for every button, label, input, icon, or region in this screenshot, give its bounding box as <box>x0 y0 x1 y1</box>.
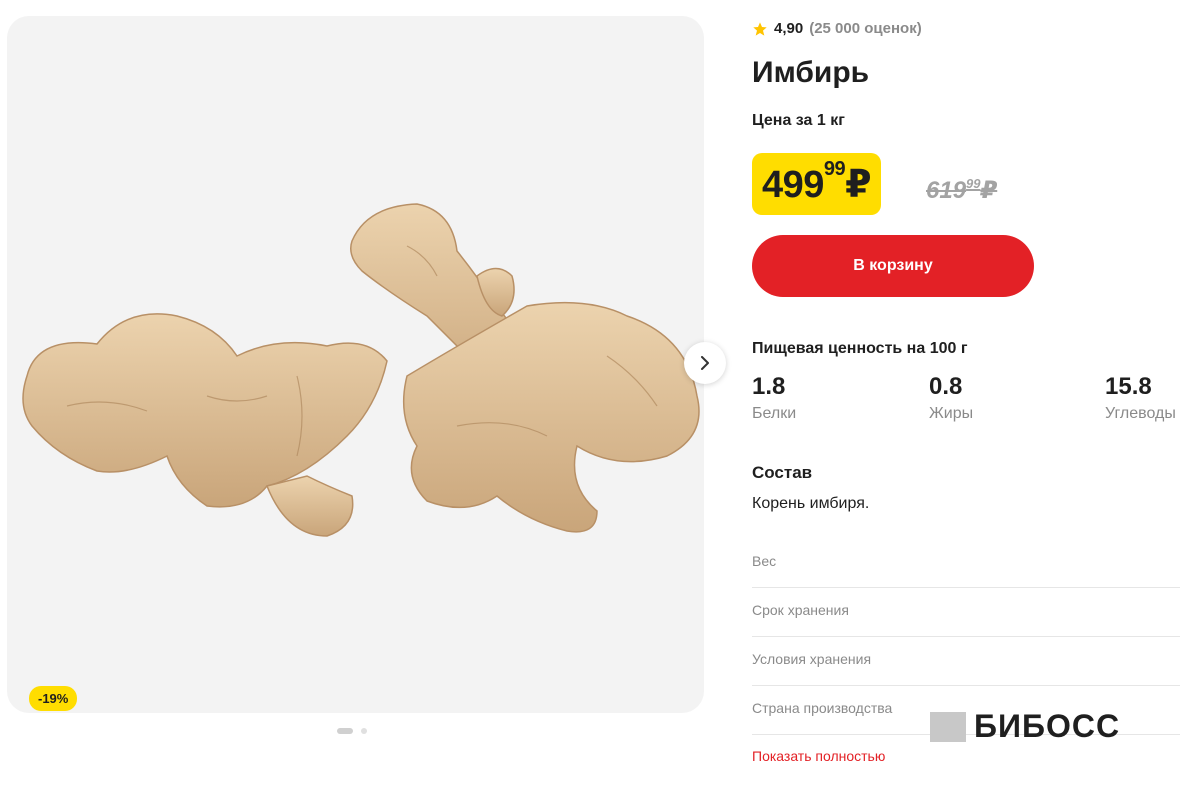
spec-row-weight[interactable]: Вес <box>752 538 1180 588</box>
gallery-pagination[interactable] <box>337 728 367 734</box>
discount-badge: -19% <box>29 686 78 711</box>
add-to-cart-button[interactable]: В корзину <box>752 235 1034 297</box>
current-price: 49999₽ <box>752 153 882 215</box>
nutrition-label: Белки <box>752 405 797 422</box>
old-price-fraction: 99 <box>966 176 981 191</box>
price-fraction: 99 <box>823 157 846 180</box>
nutrition-value: 0.8 <box>929 373 963 400</box>
nutrition-value: 1.8 <box>752 373 786 400</box>
star-icon <box>753 21 767 36</box>
rating[interactable]: 4,90 (25 000 оценок) <box>752 20 922 37</box>
show-more-link[interactable]: Показать полностью <box>752 748 885 764</box>
nutrition-label: Углеводы <box>1105 405 1176 422</box>
pagination-dot[interactable] <box>361 728 367 734</box>
product-title: Имбирь <box>752 56 870 89</box>
composition-text: Корень имбиря. <box>752 495 870 512</box>
currency-sign: ₽ <box>845 163 872 206</box>
watermark: БИБОСС <box>930 708 1120 745</box>
spec-row-storage[interactable]: Условия хранения <box>752 636 1180 686</box>
next-image-button[interactable] <box>684 342 726 384</box>
composition-title: Состав <box>752 463 813 482</box>
chevron-right-icon <box>701 356 709 370</box>
old-price-integer: 619 <box>926 177 967 204</box>
product-gallery[interactable]: -19% <box>7 16 704 713</box>
nutrition-title: Пищевая ценность на 100 г <box>752 340 968 357</box>
watermark-logo-icon <box>930 711 966 742</box>
spec-label: Срок хранения <box>752 602 849 618</box>
nutrition-protein: 1.8 Белки <box>752 373 796 423</box>
nutrition-label: Жиры <box>929 405 974 422</box>
product-image <box>22 203 700 537</box>
nutrition-carbs: 15.8 Углеводы <box>1105 373 1176 423</box>
rating-value: 4,90 <box>774 20 804 37</box>
spec-label: Условия хранения <box>752 651 872 667</box>
spec-label: Вес <box>752 553 777 569</box>
pagination-dot-active[interactable] <box>337 728 353 734</box>
watermark-text: БИБОСС <box>974 708 1121 744</box>
price-integer: 499 <box>762 163 824 206</box>
spec-label: Страна производства <box>752 700 893 716</box>
spec-row-shelf-life[interactable]: Срок хранения <box>752 587 1180 637</box>
price-unit: Цена за 1 кг <box>752 112 845 129</box>
old-price: 61999₽ <box>926 176 997 205</box>
nutrition-fat: 0.8 Жиры <box>929 373 973 423</box>
nutrition-value: 15.8 <box>1105 373 1152 400</box>
old-currency-sign: ₽ <box>980 177 998 204</box>
rating-count: (25 000 оценок) <box>809 20 922 37</box>
